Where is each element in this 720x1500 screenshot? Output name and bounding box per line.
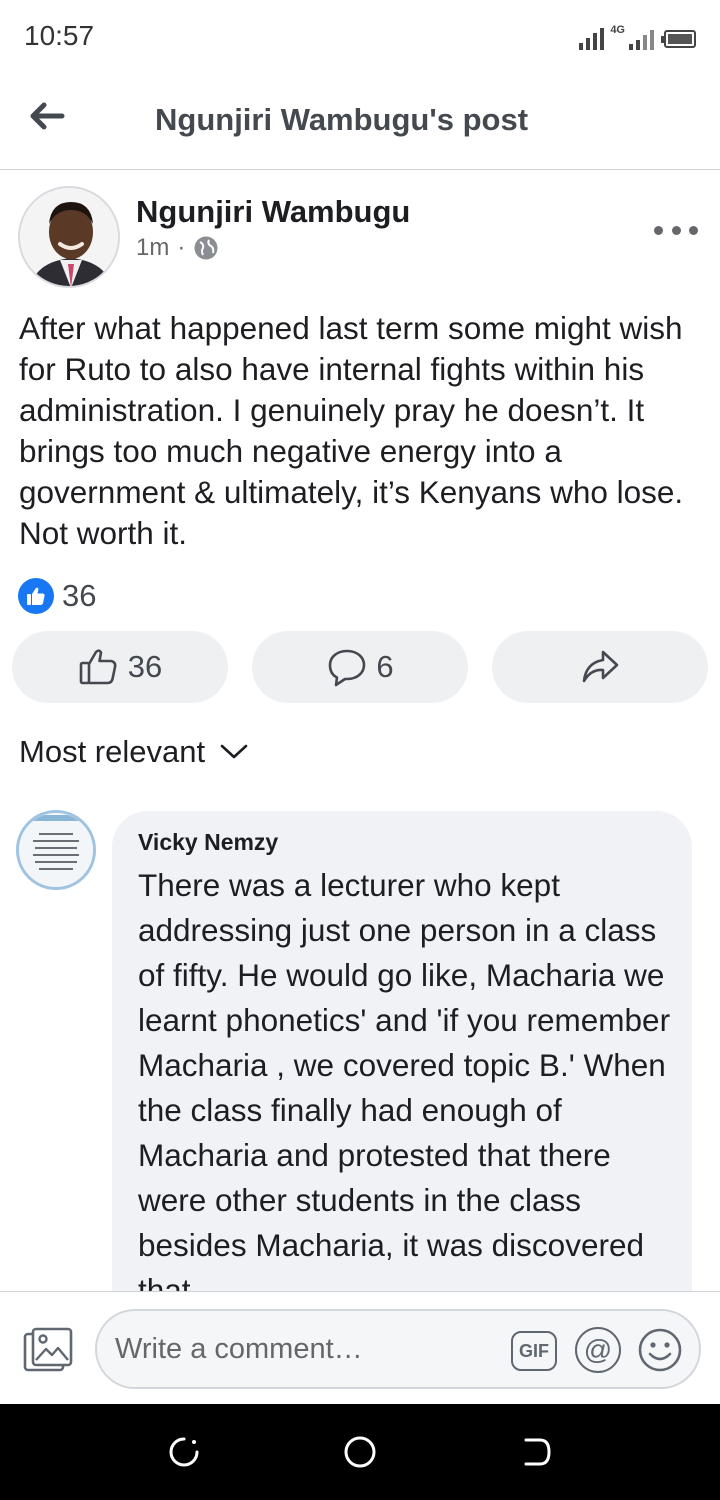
battery-icon <box>661 30 696 48</box>
comment-bubble-icon <box>329 649 366 687</box>
like-reaction-icon <box>18 578 54 614</box>
status-icons: 4G <box>579 20 696 50</box>
reaction-count: 36 <box>62 578 97 613</box>
page-header: Ngunjiri Wambugu's post <box>0 72 720 170</box>
recent-apps-button[interactable] <box>166 1434 202 1470</box>
back-button[interactable] <box>26 96 70 136</box>
post-header: Ngunjiri Wambugu 1m · <box>0 186 720 296</box>
status-time: 10:57 <box>24 20 95 51</box>
post-meta: 1m · <box>136 234 219 262</box>
thumbs-up-icon <box>27 587 45 605</box>
comment-input[interactable] <box>115 1329 505 1369</box>
emoji-icon <box>638 1328 682 1372</box>
author-name[interactable]: Ngunjiri Wambugu <box>136 194 410 230</box>
thumbs-up-outline-icon <box>79 649 117 685</box>
like-button[interactable]: 36 <box>12 631 228 703</box>
comment-bubble: Vicky Nemzy There was a lecturer who kep… <box>112 811 692 1331</box>
mention-button[interactable]: @ <box>575 1327 621 1373</box>
photo-icon <box>23 1327 73 1372</box>
back-arrow-icon <box>30 102 65 130</box>
like-count: 36 <box>127 649 163 684</box>
signal-icon-secondary <box>629 26 654 50</box>
author-photo <box>20 188 118 286</box>
commenter-avatar[interactable] <box>16 810 96 890</box>
comment-sort-dropdown[interactable]: Most relevant <box>19 734 249 770</box>
more-options-icon[interactable] <box>654 220 698 240</box>
system-nav-bar <box>0 1404 720 1500</box>
signal-icon <box>579 26 605 50</box>
back-nav-button[interactable] <box>518 1434 554 1470</box>
commenter-name[interactable]: Vicky Nemzy <box>138 829 278 856</box>
commenter-photo <box>19 813 93 887</box>
post-text: After what happened last term some might… <box>19 310 684 551</box>
status-bar: 10:57 4G <box>0 0 720 72</box>
comment-button[interactable]: 6 <box>252 631 468 703</box>
comment-input-container: GIF @ <box>95 1309 701 1389</box>
recent-apps-icon <box>169 1437 199 1467</box>
sort-label: Most relevant <box>19 734 206 769</box>
author-avatar[interactable] <box>18 186 120 288</box>
gif-button[interactable]: GIF <box>511 1331 557 1371</box>
page-title: Ngunjiri Wambugu's post <box>155 102 529 137</box>
network-label: 4G <box>610 24 625 36</box>
back-nav-icon <box>524 1438 551 1466</box>
share-button[interactable] <box>492 631 708 703</box>
meta-separator: · <box>177 234 186 261</box>
home-button[interactable] <box>342 1434 378 1470</box>
home-icon <box>344 1436 376 1468</box>
emoji-button[interactable] <box>637 1327 683 1373</box>
chevron-down-icon <box>220 744 248 759</box>
reaction-summary[interactable]: 36 <box>18 578 96 614</box>
globe-icon <box>194 236 218 260</box>
add-photo-button[interactable] <box>22 1326 74 1374</box>
share-icon <box>582 650 619 683</box>
comment-count: 6 <box>376 649 394 684</box>
post-actions: 36 6 <box>12 631 708 703</box>
comment-text: There was a lecturer who kept addressing… <box>138 867 671 1308</box>
post-time[interactable]: 1m <box>136 234 169 262</box>
comment-composer: GIF @ <box>0 1291 720 1403</box>
